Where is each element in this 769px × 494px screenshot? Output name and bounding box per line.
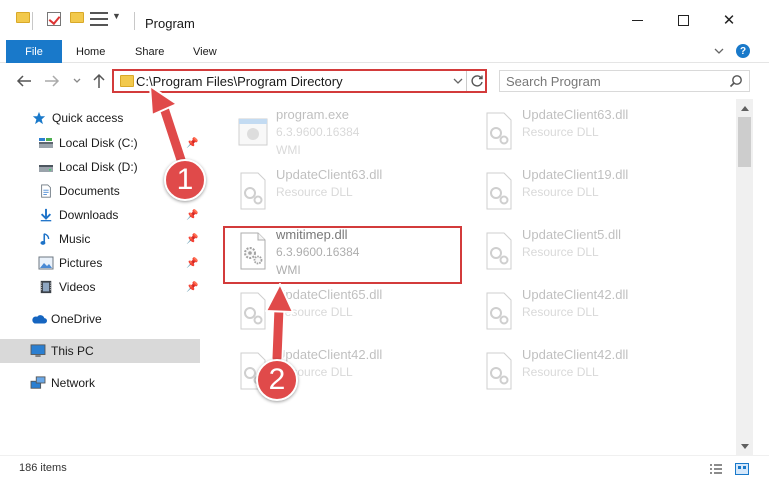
dll-icon: [486, 352, 512, 390]
address-bar[interactable]: C:\Program Files\Program Directory: [112, 69, 487, 93]
drive-icon: [39, 165, 53, 172]
chevron-down-icon: [453, 78, 463, 84]
arrow-right-icon: [45, 75, 60, 87]
exe-icon: [238, 118, 268, 146]
minimize-icon: [631, 19, 643, 21]
chevron-down-icon: [73, 78, 81, 83]
dll-icon: [240, 172, 266, 210]
window-title: Program: [145, 16, 195, 31]
ribbon: File Home Share View ?: [0, 40, 769, 63]
pin-icon[interactable]: 📌: [186, 258, 198, 269]
list-item[interactable]: UpdateClient63.dll Resource DLL: [226, 163, 466, 219]
recent-locations-button[interactable]: [67, 71, 87, 91]
sidebar-item-downloads[interactable]: Downloads 📌: [0, 203, 200, 227]
pin-icon[interactable]: 📌: [186, 138, 198, 149]
list-item[interactable]: UpdateClient63.dll Resource DLL: [472, 103, 712, 159]
quick-access-divider: [32, 12, 33, 30]
navigation-bar: C:\Program Files\Program Directory: [0, 63, 769, 99]
list-item[interactable]: UpdateClient5.dll Resource DLL: [472, 223, 712, 279]
pin-icon[interactable]: 📌: [186, 282, 198, 293]
refresh-button[interactable]: [469, 72, 485, 90]
dll-icon: [240, 292, 266, 330]
sidebar-item-pictures[interactable]: Pictures 📌: [0, 251, 200, 275]
dll-icon: [486, 172, 512, 210]
address-dropdown-button[interactable]: [451, 73, 465, 89]
dll-icon: [486, 112, 512, 150]
folder-icon: [120, 75, 134, 87]
properties-check-icon[interactable]: [47, 12, 61, 26]
scroll-thumb[interactable]: [738, 117, 751, 167]
drive-icon: [39, 138, 53, 148]
pin-icon[interactable]: 📌: [186, 234, 198, 245]
list-item[interactable]: UpdateClient42.dll Resource DLL: [472, 343, 712, 399]
customize-toolbar-icon[interactable]: [90, 12, 108, 26]
list-item[interactable]: UpdateClient65.dll Resource DLL: [226, 283, 466, 339]
dll-icon: [486, 232, 512, 270]
star-icon: [32, 111, 46, 125]
title-divider: [134, 12, 135, 30]
close-icon: ✕: [722, 12, 736, 29]
arrow-up-icon: [93, 73, 105, 88]
new-folder-icon[interactable]: [70, 12, 84, 23]
quick-access-dropdown-icon[interactable]: ▼: [112, 11, 121, 21]
sidebar-item-music[interactable]: Music 📌: [0, 227, 200, 251]
arrow-left-icon: [16, 75, 31, 87]
address-divider: [466, 71, 467, 91]
tab-share[interactable]: Share: [135, 40, 164, 63]
vertical-scrollbar[interactable]: [736, 99, 753, 455]
folder-icon: [16, 12, 30, 23]
dll-icon: [486, 292, 512, 330]
scroll-down-button[interactable]: [736, 438, 753, 455]
help-button[interactable]: ?: [736, 44, 750, 58]
network-icon: [30, 376, 46, 389]
step-badge-1: 1: [164, 159, 206, 201]
tab-home[interactable]: Home: [76, 40, 105, 63]
search-box[interactable]: [499, 70, 750, 92]
sidebar-item-local-disk-c[interactable]: Local Disk (C:) 📌: [0, 131, 200, 155]
forward-button[interactable]: [42, 71, 62, 91]
chevron-down-icon: [740, 443, 749, 449]
list-item[interactable]: UpdateClient19.dll Resource DLL: [472, 163, 712, 219]
status-bar: 186 items: [0, 455, 769, 481]
tab-view[interactable]: View: [193, 40, 217, 63]
sidebar-item-network[interactable]: Network: [0, 371, 200, 395]
tab-file[interactable]: File: [6, 40, 62, 63]
scroll-up-button[interactable]: [736, 99, 753, 116]
details-view-icon[interactable]: [709, 463, 723, 475]
chevron-up-icon: [740, 105, 749, 111]
document-icon: [41, 184, 51, 198]
minimize-button[interactable]: [614, 0, 660, 40]
computer-icon: [30, 344, 46, 357]
title-bar: ▼ Program ✕: [0, 0, 769, 40]
refresh-icon: [471, 75, 483, 87]
picture-icon: [38, 256, 54, 270]
back-button[interactable]: [14, 71, 34, 91]
download-icon: [40, 208, 52, 222]
expand-ribbon-button[interactable]: [712, 44, 726, 58]
video-icon: [40, 280, 52, 294]
step-badge-2: 2: [256, 359, 298, 401]
search-icon[interactable]: [729, 74, 743, 88]
chevron-down-icon: [714, 48, 724, 54]
navigation-pane: Quick access Local Disk (C:) 📌 Local Dis…: [0, 99, 204, 455]
maximize-icon: [677, 14, 689, 26]
cloud-icon: [32, 315, 47, 324]
file-list: program.exe 6.3.9600.16384 WMI UpdateCli…: [204, 99, 736, 455]
sidebar-item-this-pc[interactable]: This PC: [0, 339, 200, 363]
search-input[interactable]: [506, 73, 716, 89]
pin-icon[interactable]: 📌: [186, 210, 198, 221]
list-item[interactable]: UpdateClient42.dll Resource DLL: [472, 283, 712, 339]
music-icon: [40, 233, 50, 245]
maximize-button[interactable]: [660, 0, 706, 40]
file-highlight-box: [223, 226, 462, 284]
sidebar-item-quick-access[interactable]: Quick access: [0, 106, 200, 130]
address-path[interactable]: C:\Program Files\Program Directory: [136, 74, 343, 89]
sidebar-item-videos[interactable]: Videos 📌: [0, 275, 200, 299]
up-button[interactable]: [89, 71, 109, 91]
list-item[interactable]: program.exe 6.3.9600.16384 WMI: [226, 103, 466, 159]
close-button[interactable]: ✕: [706, 0, 752, 40]
sidebar-item-onedrive[interactable]: OneDrive: [0, 307, 200, 331]
item-count: 186 items: [19, 462, 67, 474]
large-icons-view-icon[interactable]: [735, 463, 749, 475]
